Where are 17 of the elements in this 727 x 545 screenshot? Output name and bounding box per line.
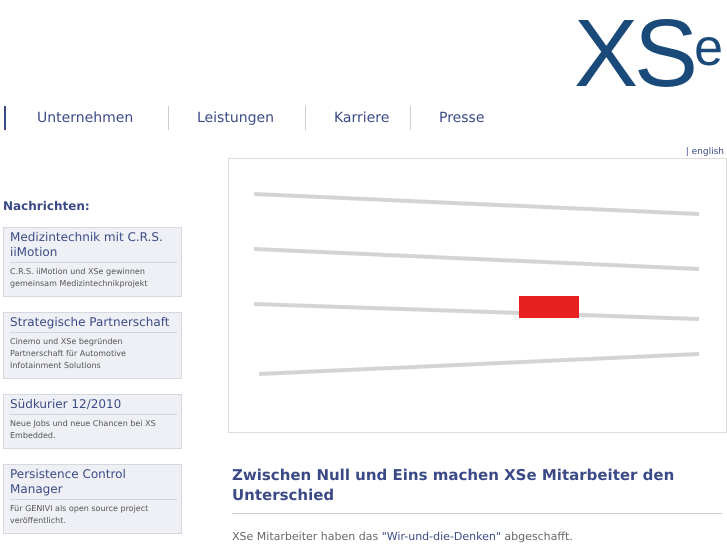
- news-title-link[interactable]: Medizintechnik mit C.R.S. iiMotion: [10, 230, 177, 263]
- language-link[interactable]: | english: [686, 147, 724, 157]
- nav-link[interactable]: Leistungen: [168, 106, 305, 130]
- news-title-link[interactable]: Strategische Partnerschaft: [10, 315, 177, 333]
- news-heading: Nachrichten:: [3, 199, 91, 213]
- news-summary: Neue Jobs und neue Chancen bei XS Embedded.: [10, 418, 157, 442]
- nav-link[interactable]: Karriere: [305, 106, 410, 130]
- article-heading: Zwischen Null und Eins machen XSe Mitarbeiter den Unterschied: [232, 465, 722, 514]
- article-paragraph: XSe Mitarbeiter haben das "Wir-und-die-Denken" abgeschafft.: [232, 530, 574, 543]
- news-title-link[interactable]: Südkurier 12/2010: [10, 397, 177, 415]
- nav-link[interactable]: Presse: [410, 106, 500, 130]
- quote-link[interactable]: "Wir-und-die-Denken": [382, 530, 501, 543]
- news-summary: C.R.S. iiMotion und XSe gewinnen gemeinsam Medizintechnikprojekt: [10, 266, 148, 290]
- news-summary: Für GENIVI als open source project veröffentlicht.: [10, 503, 150, 527]
- news-title-link[interactable]: Persistence Control Manager: [10, 467, 177, 500]
- news-summary: Cinemo und XSe begründen Partnerschaft für Automotive Infotainment Solutions: [10, 336, 127, 372]
- logo: XS$^{e}$: [574, 6, 723, 100]
